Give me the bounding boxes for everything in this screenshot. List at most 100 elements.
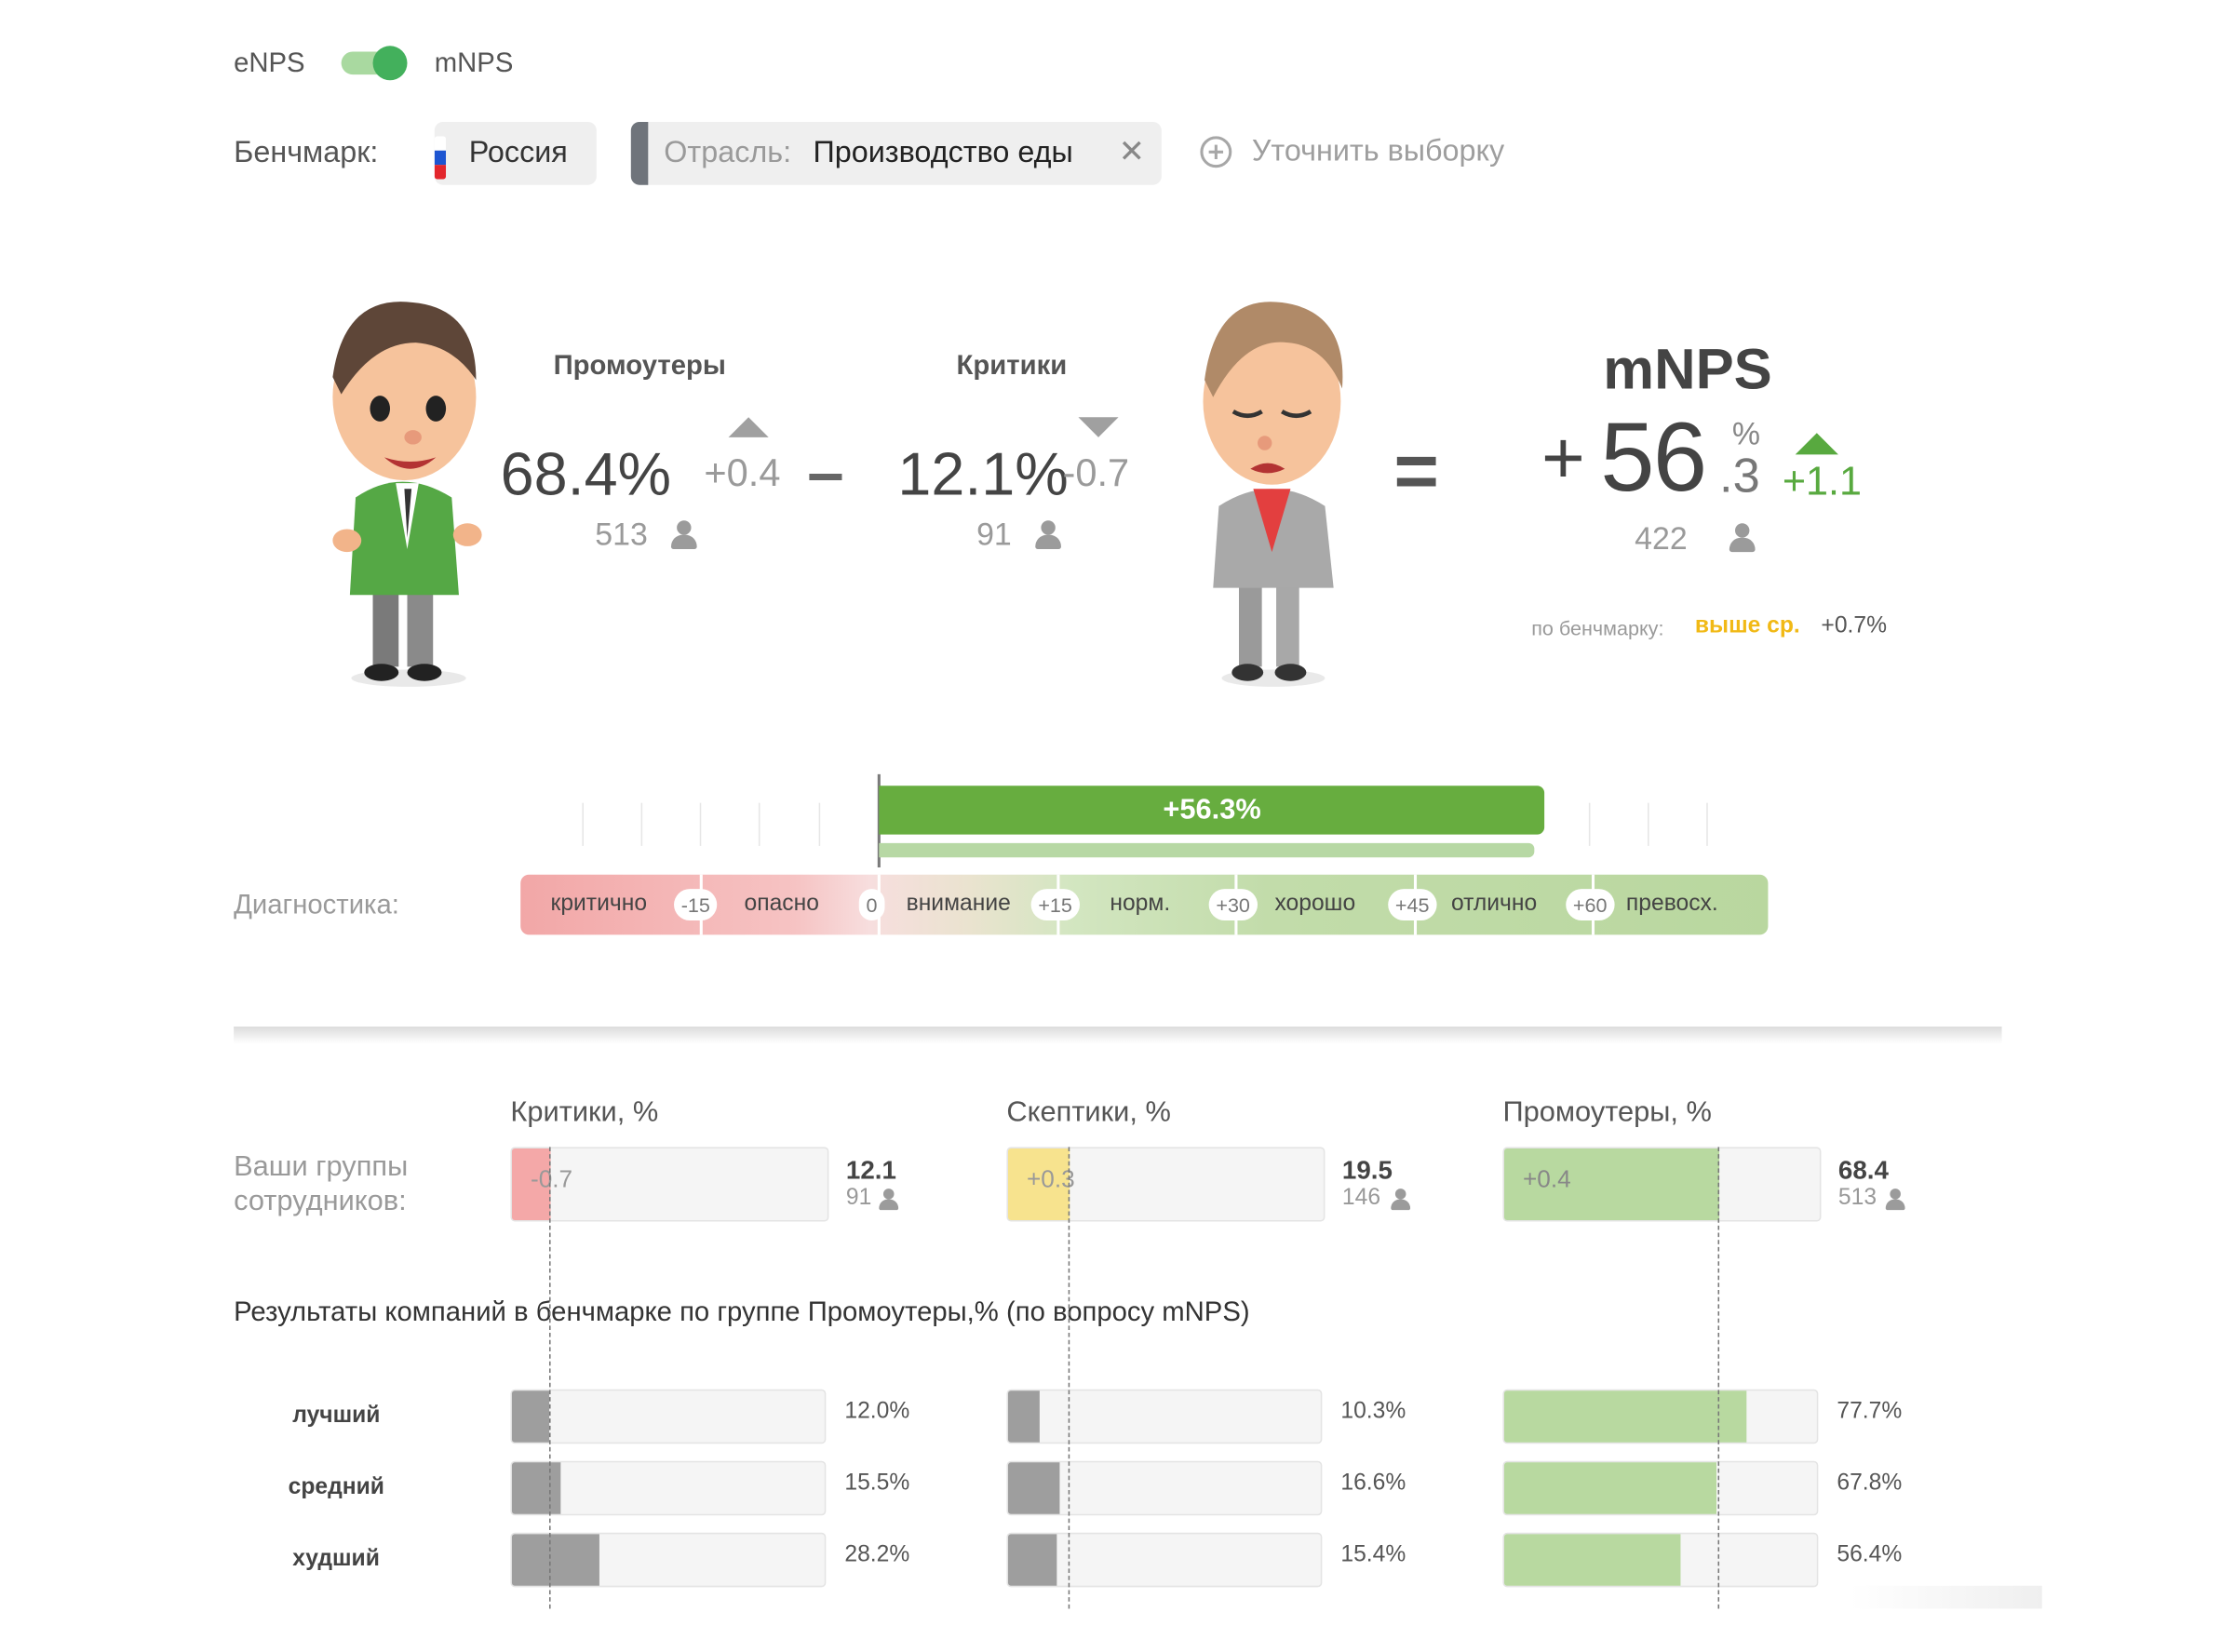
critics-group-value: 12.1 <box>845 1155 896 1185</box>
benchmark-compare-status: выше ср. <box>1694 613 1800 638</box>
score-up-arrow-icon <box>1795 433 1838 455</box>
person-icon <box>670 520 697 550</box>
bench-critics-worst-bar <box>510 1532 827 1588</box>
promoters-delta: +0.4 <box>704 451 781 495</box>
refine-selection-link[interactable]: Уточнить выборку <box>1252 135 1504 169</box>
russia-flag-icon <box>434 136 447 180</box>
industry-chip-marker <box>630 121 649 185</box>
critics-percent: 12.1% <box>897 439 1069 508</box>
bench-results-title: Результаты компаний в бенчмарке по групп… <box>234 1297 1250 1328</box>
bench-critics-best-value: 12.0% <box>844 1399 910 1424</box>
benchmark-score-bar <box>879 842 1535 858</box>
skeptics-group-bar: +0.3 <box>1006 1147 1326 1222</box>
person-icon <box>1035 520 1061 550</box>
industry-chip-value: Производство еды <box>813 136 1073 169</box>
person-icon <box>1729 523 1756 553</box>
close-icon[interactable]: ✕ <box>1119 120 1145 183</box>
bench-critics-worst-fill <box>511 1534 600 1586</box>
bench-promoters-worst-bar <box>1502 1532 1819 1588</box>
segment-critical: критично <box>550 892 648 917</box>
segment-danger: опасно <box>744 892 819 917</box>
score-delta: +1.1 <box>1782 458 1863 504</box>
bench-skeptics-best-bar <box>1006 1389 1323 1444</box>
industry-chip-prefix: Отрасль: <box>664 136 792 169</box>
scale-tick <box>1706 802 1708 846</box>
skeptics-group-count: 146 <box>1341 1185 1381 1211</box>
bench-promoters-worst-fill <box>1503 1534 1681 1586</box>
toggle-label-mnps[interactable]: mNPS <box>435 48 514 80</box>
toggle-label-enps[interactable]: eNPS <box>234 48 304 80</box>
country-chip[interactable]: Россия <box>434 121 597 185</box>
threshold-30: +30 <box>1208 889 1258 921</box>
country-chip-label: Россия <box>468 136 568 169</box>
bench-critics-best-bar <box>510 1389 827 1444</box>
skeptics-column-title: Скептики, % <box>1006 1096 1171 1129</box>
promoters-up-arrow-icon <box>728 417 769 437</box>
person-icon <box>1391 1189 1411 1211</box>
section-divider <box>234 1026 2002 1044</box>
bench-skeptics-worst-value: 15.4% <box>1340 1542 1406 1567</box>
bench-skeptics-best-value: 10.3% <box>1340 1399 1406 1424</box>
diagnostics-label: Диагностика: <box>234 890 399 921</box>
promoters-heading: Промоутеры <box>553 351 726 382</box>
segment-superior: превосх. <box>1625 892 1718 917</box>
critics-count: 91 <box>976 516 1012 553</box>
equals-sign: = <box>1393 428 1439 516</box>
diagnostics-scale-bar: критично -15 опасно 0 внимание +15 норм.… <box>520 874 1769 935</box>
benchmark-label: Бенчмарк: <box>234 136 379 169</box>
critics-group-delta: -0.7 <box>530 1165 573 1193</box>
score-bar: +56.3% <box>879 786 1545 835</box>
segment-excellent: отлично <box>1450 892 1538 917</box>
scale-tick <box>758 802 760 846</box>
minus-sign: – <box>807 434 844 509</box>
bench-promoters-average-bar <box>1502 1460 1819 1516</box>
bench-critics-average-bar <box>510 1460 827 1516</box>
score-decimal: .3 <box>1719 449 1760 504</box>
scale-tick <box>1648 802 1649 846</box>
industry-chip[interactable]: Отрасль: Производство еды ✕ <box>630 120 1162 185</box>
scale-tick <box>818 802 821 846</box>
threshold-45: +45 <box>1388 889 1437 921</box>
bench-critics-average-fill <box>511 1462 560 1514</box>
bench-critics-worst-value: 28.2% <box>844 1542 910 1567</box>
bench-promoters-average-fill <box>1503 1462 1716 1514</box>
add-circle-icon[interactable] <box>1200 136 1232 168</box>
bench-promoters-best-value: 77.7% <box>1837 1399 1903 1424</box>
score-percent-sign: % <box>1731 415 1761 452</box>
toggle-knob <box>372 46 408 81</box>
segment-norm: норм. <box>1110 892 1171 917</box>
segment-good: хорошо <box>1274 892 1356 917</box>
bench-skeptics-average-fill <box>1007 1462 1060 1514</box>
row-label-best: лучший <box>292 1404 381 1429</box>
critics-delta: -0.7 <box>1062 451 1130 495</box>
scroll-shadow <box>1850 1585 2042 1609</box>
threshold-15: +15 <box>1030 889 1080 921</box>
bench-skeptics-worst-bar <box>1006 1532 1323 1588</box>
threshold-0: 0 <box>858 889 885 921</box>
promoters-group-value: 68.4 <box>1837 1155 1889 1185</box>
promoters-group-delta: +0.4 <box>1523 1165 1571 1193</box>
critics-reference-line <box>548 1147 550 1609</box>
critics-down-arrow-icon <box>1078 417 1119 437</box>
bench-promoters-worst-value: 56.4% <box>1837 1542 1903 1567</box>
score-bar-label: +56.3% <box>1163 794 1261 826</box>
critics-column-title: Критики, % <box>510 1096 659 1129</box>
bench-skeptics-worst-fill <box>1007 1534 1056 1586</box>
critics-group-bar: -0.7 <box>510 1147 829 1222</box>
person-icon <box>1885 1189 1905 1211</box>
bench-skeptics-best-fill <box>1007 1390 1041 1443</box>
bench-critics-average-value: 15.5% <box>844 1471 910 1496</box>
enps-mnps-toggle[interactable] <box>341 46 408 81</box>
promoters-group-bar: +0.4 <box>1502 1147 1822 1222</box>
segment-attention: внимание <box>906 892 1011 917</box>
bench-promoters-average-value: 67.8% <box>1837 1471 1903 1496</box>
scale-tick <box>640 802 643 846</box>
promoter-mascot-image <box>332 302 482 687</box>
bench-promoters-best-bar <box>1502 1389 1819 1444</box>
skeptics-group-value: 19.5 <box>1341 1155 1393 1185</box>
scale-tick <box>582 802 584 846</box>
bench-critics-best-fill <box>511 1390 550 1443</box>
critic-mascot-image <box>1203 302 1343 687</box>
benchmark-compare-label: по бенчмарку: <box>1531 616 1664 640</box>
threshold-60: +60 <box>1566 889 1615 921</box>
